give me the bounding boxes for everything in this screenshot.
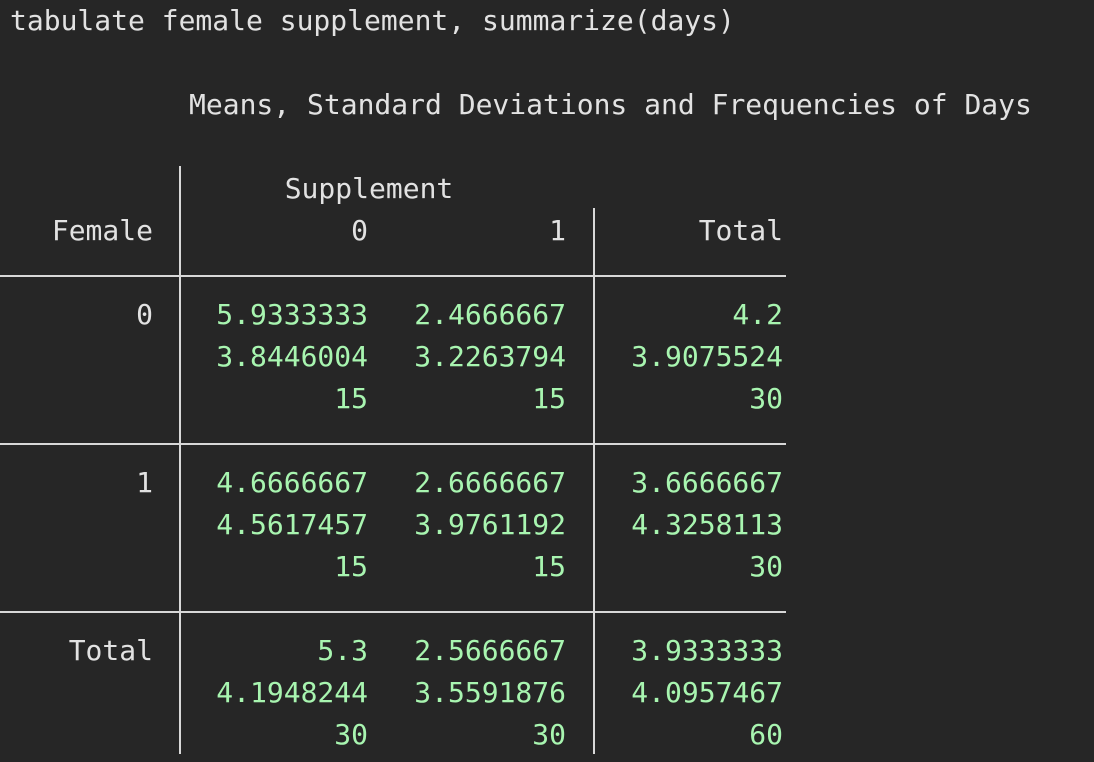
column-header-1: 1 bbox=[549, 214, 566, 247]
cell-mean: 2.5666667 bbox=[414, 634, 566, 667]
command-text: tabulate female supplement, summarize(da… bbox=[10, 4, 735, 37]
cell-frequency: 15 bbox=[532, 382, 566, 415]
cell-mean: 4.6666667 bbox=[216, 466, 368, 499]
row-label: 1 bbox=[136, 466, 153, 499]
cell-std-dev: 3.5591876 bbox=[414, 676, 566, 709]
row-label-total: Total bbox=[68, 634, 153, 667]
cell-std-dev-total: 3.9075524 bbox=[631, 340, 783, 373]
cell-frequency-total: 60 bbox=[749, 718, 783, 751]
cell-frequency: 30 bbox=[532, 718, 566, 751]
cell-mean-total: 3.9333333 bbox=[631, 634, 783, 667]
cell-frequency-total: 30 bbox=[749, 382, 783, 415]
stata-results-window: { "command": "tabulate female supplement… bbox=[0, 0, 1094, 762]
cell-mean: 5.3 bbox=[317, 634, 368, 667]
cell-frequency: 15 bbox=[334, 382, 368, 415]
cell-mean: 5.9333333 bbox=[216, 298, 368, 331]
row-separator-2 bbox=[0, 611, 786, 613]
row-label: 0 bbox=[136, 298, 153, 331]
cell-mean-total: 3.6666667 bbox=[631, 466, 783, 499]
row-variable-label: Female bbox=[51, 214, 153, 247]
cell-std-dev: 3.8446004 bbox=[216, 340, 368, 373]
vertical-divider-rowlabels bbox=[179, 166, 181, 754]
column-variable-label: Supplement bbox=[284, 172, 454, 205]
cell-mean: 2.6666667 bbox=[414, 466, 566, 499]
column-header-0: 0 bbox=[351, 214, 368, 247]
cell-frequency-total: 30 bbox=[749, 550, 783, 583]
cell-frequency: 15 bbox=[334, 550, 368, 583]
column-header-total: Total bbox=[698, 214, 783, 247]
cell-mean: 2.4666667 bbox=[414, 298, 566, 331]
header-separator bbox=[0, 275, 786, 277]
cell-mean-total: 4.2 bbox=[732, 298, 783, 331]
cell-frequency: 30 bbox=[334, 718, 368, 751]
cell-std-dev-total: 4.0957467 bbox=[631, 676, 783, 709]
cell-frequency: 15 bbox=[532, 550, 566, 583]
cell-std-dev: 4.1948244 bbox=[216, 676, 368, 709]
cell-std-dev-total: 4.3258113 bbox=[631, 508, 783, 541]
cell-std-dev: 3.9761192 bbox=[414, 508, 566, 541]
table-title: Means, Standard Deviations and Frequenci… bbox=[189, 88, 1032, 121]
cell-std-dev: 3.2263794 bbox=[414, 340, 566, 373]
vertical-divider-total bbox=[593, 208, 595, 754]
row-separator-1 bbox=[0, 443, 786, 445]
cell-std-dev: 4.5617457 bbox=[216, 508, 368, 541]
